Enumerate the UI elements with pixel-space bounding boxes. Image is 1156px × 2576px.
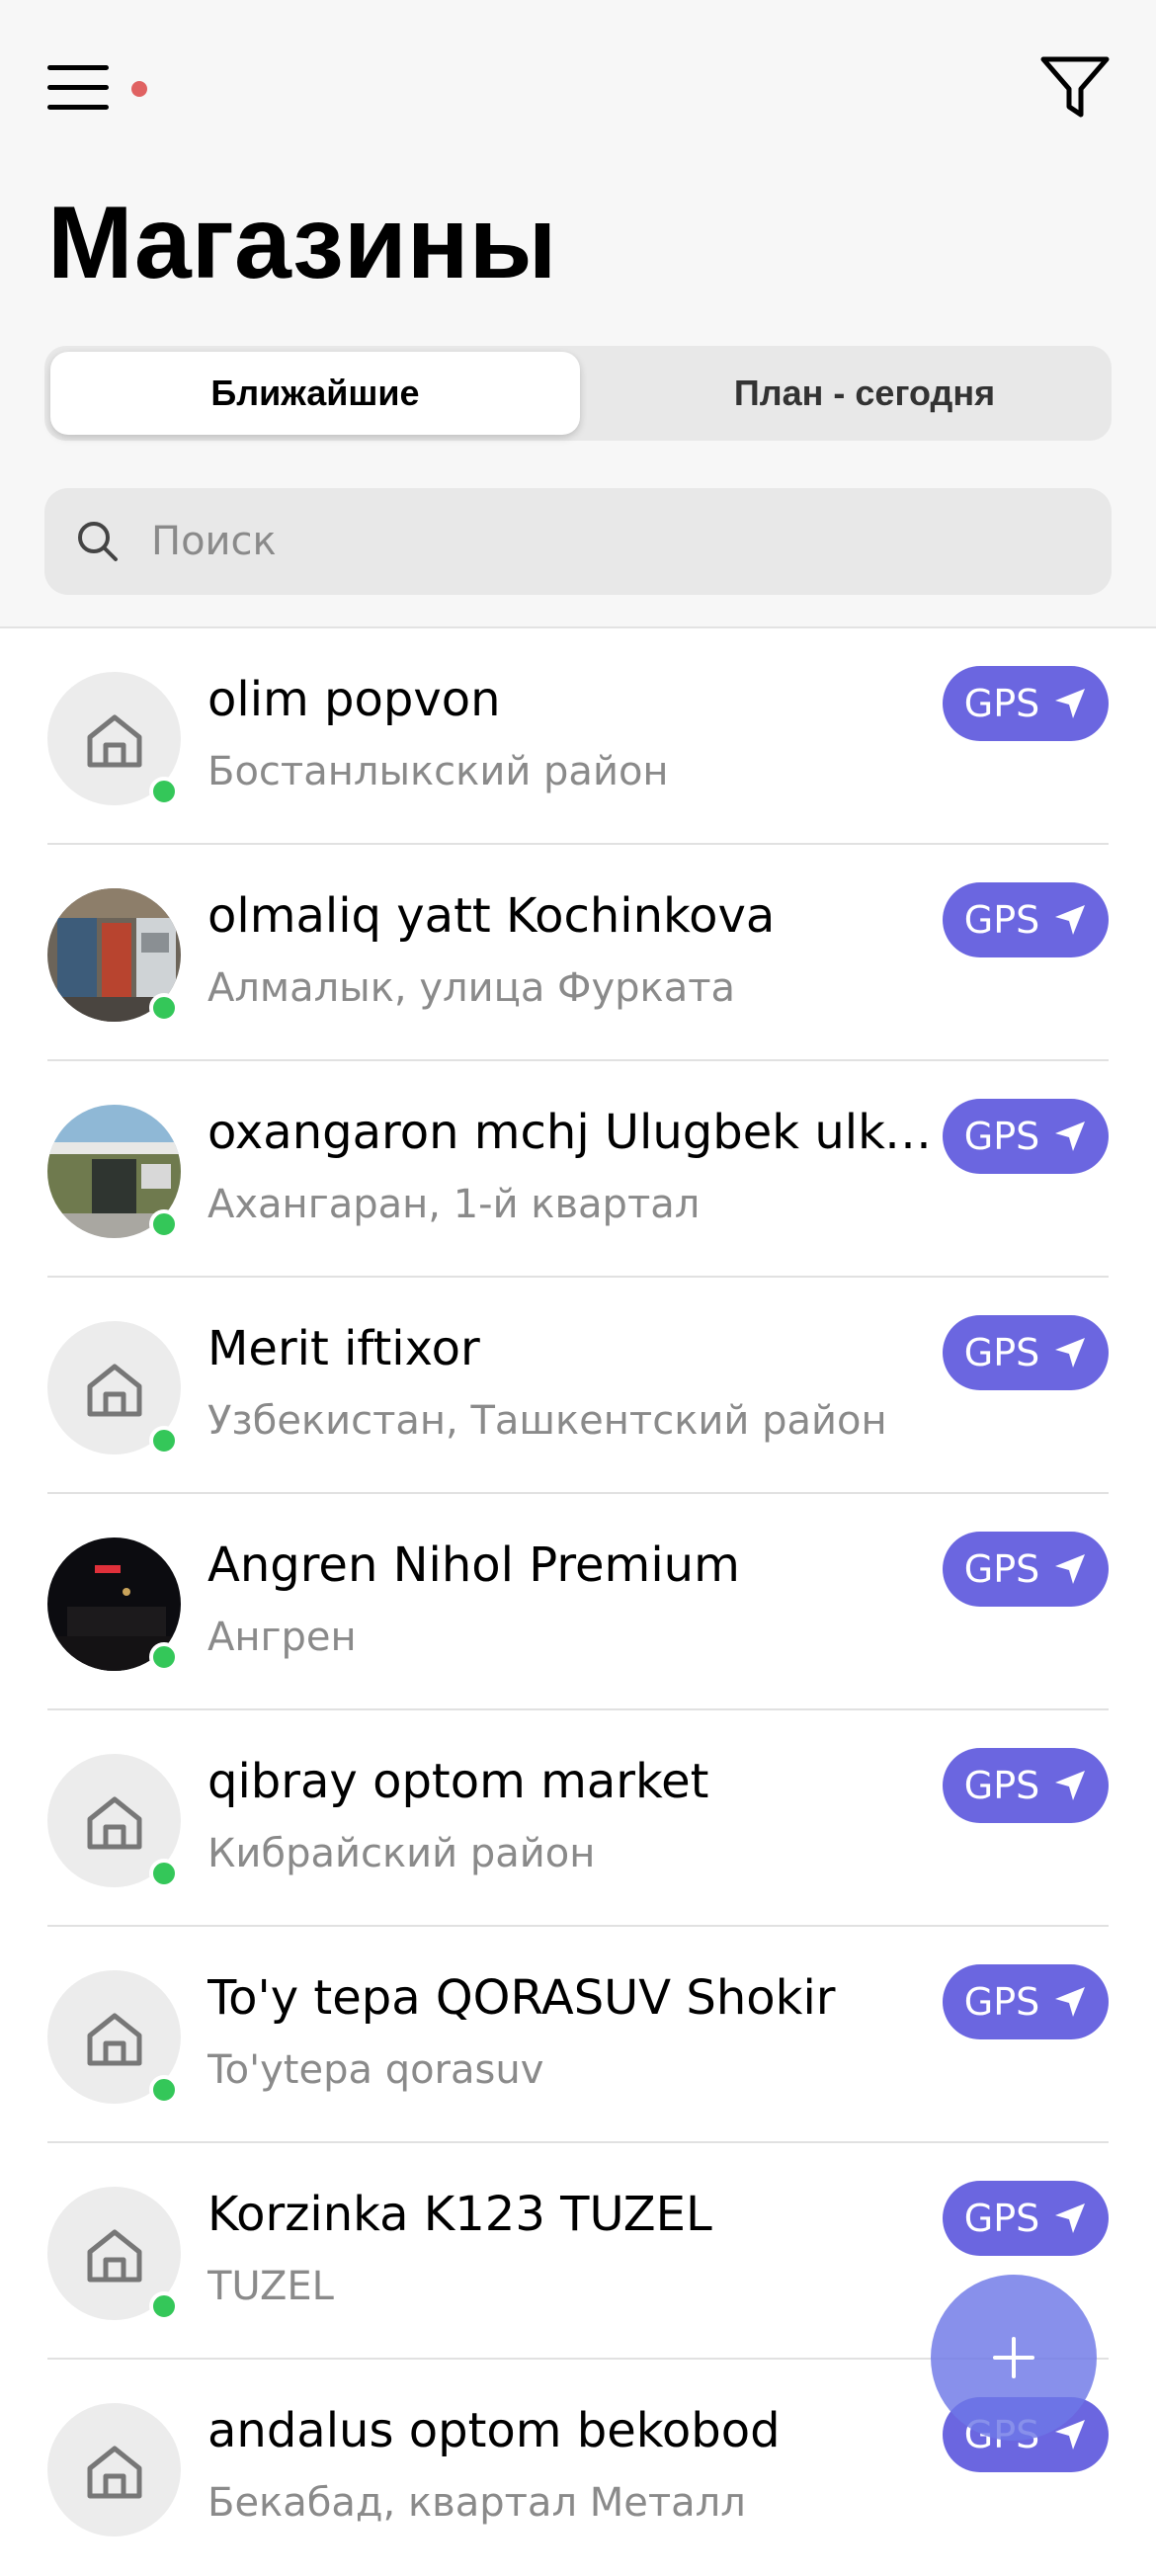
plus-icon [993, 2337, 1034, 2378]
gps-label: GPS [963, 1115, 1040, 1158]
gps-label: GPS [963, 1331, 1040, 1374]
search-bar [44, 488, 1112, 595]
page-title: Магазины [47, 186, 557, 300]
store-name: olmaliq yatt Kochinkova [207, 888, 776, 944]
store-avatar [47, 1970, 181, 2105]
gps-label: GPS [963, 898, 1040, 942]
tab-plan-today[interactable]: План - сегодня [623, 352, 1106, 435]
navigation-arrow-icon [1055, 1554, 1086, 1584]
store-name: qibray optom market [207, 1754, 709, 1809]
store-name: Korzinka K123 TUZEL [207, 2187, 712, 2242]
store-name: oxangaron mchj Ulugbek ulka... [207, 1105, 939, 1160]
store-avatar [47, 2403, 181, 2536]
store-address: To'ytepa qorasuv [207, 2047, 544, 2093]
gps-label: GPS [963, 682, 1040, 725]
navigation-arrow-icon [1055, 1122, 1086, 1151]
gps-button[interactable]: GPS [943, 1964, 1109, 2039]
online-status-dot [149, 1859, 179, 1888]
store-address: Узбекистан, Ташкентский район [207, 1398, 887, 1444]
gps-button[interactable]: GPS [943, 1532, 1109, 1607]
gps-label: GPS [963, 1547, 1040, 1591]
gps-label: GPS [963, 1980, 1040, 2024]
store-name: To'y tepa QORASUV Shokir [207, 1970, 836, 2026]
online-status-dot [149, 1426, 179, 1455]
store-address: Бостанлыкский район [207, 749, 669, 794]
navigation-arrow-icon [1055, 1338, 1086, 1368]
gps-button[interactable]: GPS [943, 1099, 1109, 1174]
navigation-arrow-icon [1055, 2203, 1086, 2233]
store-avatar [47, 1537, 181, 1672]
store-row[interactable]: oxangaron mchj Ulugbek ulka... Ахангаран… [0, 1061, 1156, 1278]
store-row[interactable]: Angren Nihol Premium Ангрен GPS [0, 1494, 1156, 1710]
gps-label: GPS [963, 2197, 1040, 2240]
store-address: Бекабад, квартал Металл [207, 2480, 746, 2526]
navigation-arrow-icon [1055, 1987, 1086, 2017]
hamburger-menu-icon[interactable] [47, 61, 111, 113]
store-address: TUZEL [207, 2264, 334, 2309]
gps-label: GPS [963, 1764, 1040, 1807]
store-name: andalus optom bekobod [207, 2403, 781, 2458]
gps-button[interactable]: GPS [943, 1315, 1109, 1390]
store-name: Angren Nihol Premium [207, 1537, 740, 1593]
store-avatar [47, 1754, 181, 1888]
online-status-dot [149, 993, 179, 1023]
filter-funnel-icon[interactable] [1039, 55, 1111, 121]
store-avatar [47, 2187, 181, 2321]
navigation-arrow-icon [1055, 689, 1086, 718]
house-icon [87, 1796, 142, 1850]
gps-button[interactable]: GPS [943, 2181, 1109, 2256]
top-bar: Магазины Ближайшие План - сегодня [0, 0, 1156, 628]
store-name: Merit iftixor [207, 1321, 480, 1376]
notification-dot [131, 81, 147, 97]
store-avatar [47, 888, 181, 1023]
store-address: Кибрайский район [207, 1831, 596, 1876]
search-icon [78, 522, 118, 561]
navigation-arrow-icon [1055, 905, 1086, 935]
store-row[interactable]: Merit iftixor Узбекистан, Ташкентский ра… [0, 1278, 1156, 1494]
store-row[interactable]: To'y tepa QORASUV Shokir To'ytepa qorasu… [0, 1927, 1156, 2143]
add-store-button[interactable] [931, 2275, 1097, 2441]
house-icon [87, 2229, 142, 2283]
house-icon [87, 1364, 142, 1417]
tab-nearest[interactable]: Ближайшие [50, 352, 580, 435]
gps-button[interactable]: GPS [943, 882, 1109, 957]
store-address: Ахангаран, 1-й квартал [207, 1182, 701, 1227]
house-icon [87, 2013, 142, 2066]
online-status-dot [149, 1642, 179, 1672]
segmented-control: Ближайшие План - сегодня [44, 346, 1112, 441]
store-row[interactable]: olim popvon Бостанлыкский район GPS [0, 628, 1156, 845]
store-row[interactable]: olmaliq yatt Kochinkova Алмалык, улица Ф… [0, 845, 1156, 1061]
store-row[interactable]: qibray optom market Кибрайский район GPS [0, 1710, 1156, 1927]
house-icon [87, 2446, 142, 2499]
online-status-dot [149, 1209, 179, 1239]
store-avatar [47, 672, 181, 806]
online-status-dot [149, 777, 179, 806]
store-address: Ангрен [207, 1615, 357, 1660]
search-input[interactable] [151, 488, 1080, 595]
store-name: olim popvon [207, 672, 501, 727]
store-avatar [47, 1105, 181, 1239]
store-avatar [47, 1321, 181, 1455]
house-icon [87, 714, 142, 768]
online-status-dot [149, 2075, 179, 2105]
gps-button[interactable]: GPS [943, 1748, 1109, 1823]
gps-button[interactable]: GPS [943, 666, 1109, 741]
online-status-dot [149, 2291, 179, 2321]
store-address: Алмалык, улица Фурката [207, 965, 736, 1011]
navigation-arrow-icon [1055, 1771, 1086, 1800]
